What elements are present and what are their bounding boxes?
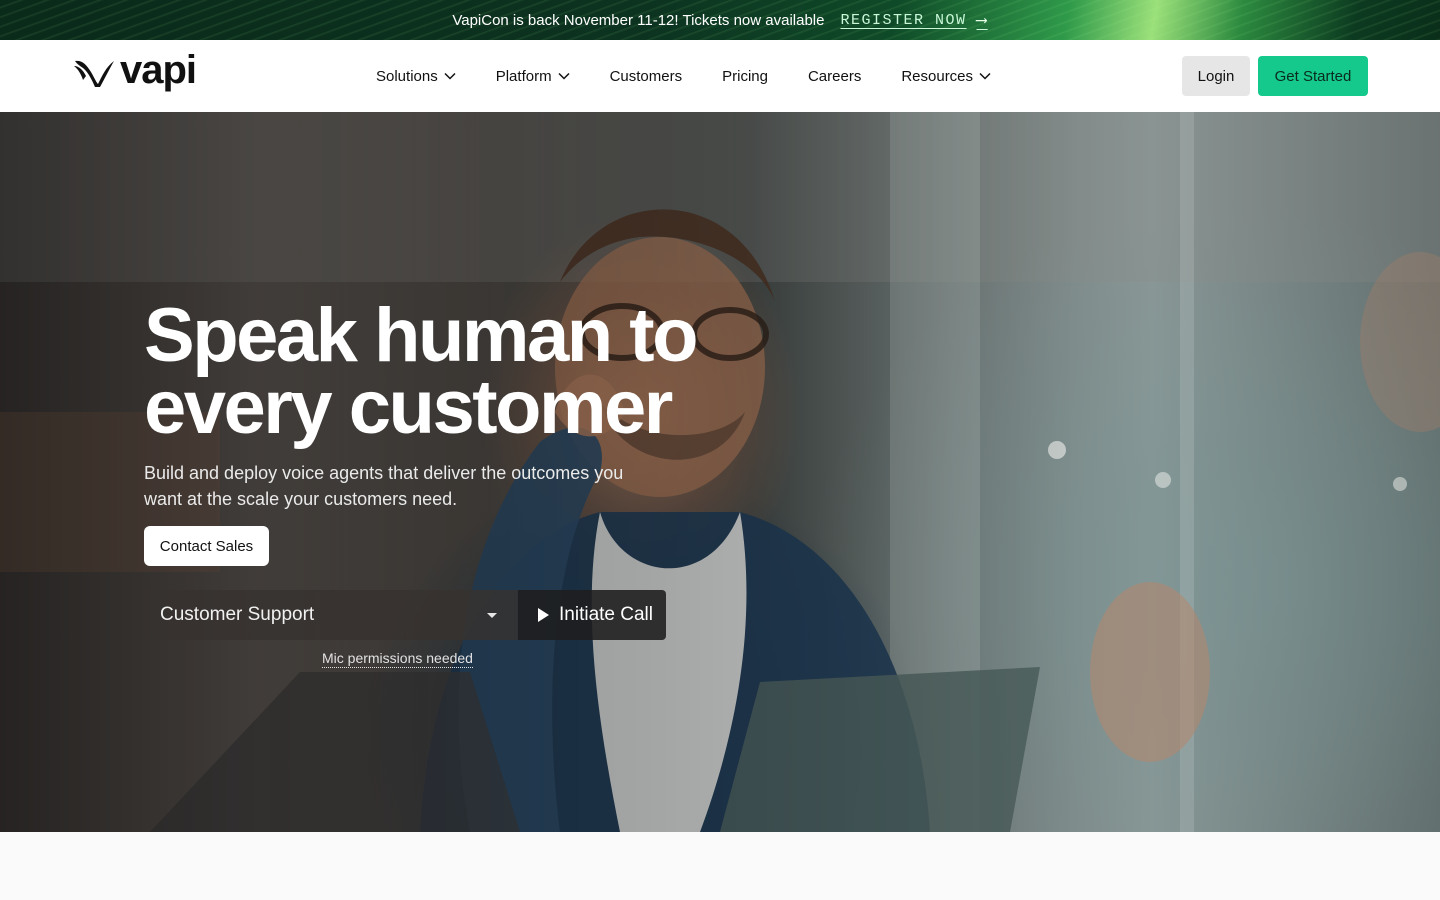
banner-text: VapiCon is back November 11-12! Tickets … xyxy=(452,11,825,29)
arrow-right-icon: ⟶ xyxy=(976,12,988,30)
nav-item-resources[interactable]: Resources xyxy=(901,68,991,85)
chevron-down-icon xyxy=(444,72,456,80)
play-icon xyxy=(538,608,549,622)
initiate-call-button[interactable]: Initiate Call xyxy=(517,590,666,640)
announcement-banner: VapiCon is back November 11-12! Tickets … xyxy=(0,0,1440,40)
login-button[interactable]: Login xyxy=(1182,56,1250,96)
register-now-link[interactable]: REGISTER NOW ⟶ xyxy=(840,10,988,31)
hero-title: Speak human to every customer xyxy=(144,298,724,446)
nav-label: Customers xyxy=(609,67,683,85)
vapi-mark-icon xyxy=(74,60,114,87)
nav-label: Resources xyxy=(901,67,974,85)
nav-item-solutions[interactable]: Solutions xyxy=(376,68,456,85)
register-now-label: REGISTER NOW xyxy=(840,11,967,29)
get-started-button[interactable]: Get Started xyxy=(1258,56,1368,96)
contact-sales-button[interactable]: Contact Sales xyxy=(144,526,269,566)
nav-item-careers[interactable]: Careers xyxy=(808,68,861,85)
hero-section: Speak human to every customer Build and … xyxy=(0,112,1440,832)
caret-down-icon xyxy=(487,612,497,618)
initiate-call-label: Initiate Call xyxy=(559,604,653,625)
nav-item-platform[interactable]: Platform xyxy=(496,68,570,85)
mic-permissions-link[interactable]: Mic permissions needed xyxy=(322,650,473,668)
hero-content: Speak human to every customer Build and … xyxy=(144,112,704,832)
nav-item-customers[interactable]: Customers xyxy=(610,68,683,85)
nav-label: Careers xyxy=(807,67,862,85)
chevron-down-icon xyxy=(979,72,991,80)
nav-label: Solutions xyxy=(376,67,438,85)
hero-title-line-2: every customer xyxy=(144,365,673,450)
agent-type-select[interactable]: Customer Support xyxy=(144,590,517,640)
demo-call-widget: Customer Support Initiate Call xyxy=(144,590,666,640)
next-section xyxy=(0,832,1440,900)
vapi-logo[interactable]: vapi xyxy=(74,50,197,90)
hero-subtitle: Build and deploy voice agents that deliv… xyxy=(144,463,624,509)
site-header: vapi Solutions Platform Customers Pricin… xyxy=(0,40,1440,112)
nav-item-pricing[interactable]: Pricing xyxy=(722,68,768,85)
agent-type-value: Customer Support xyxy=(160,604,315,625)
nav-label: Platform xyxy=(495,67,552,85)
main-nav: Solutions Platform Customers Pricing Car… xyxy=(376,40,991,112)
nav-label: Pricing xyxy=(722,67,768,85)
logo-wordmark: vapi xyxy=(120,48,197,92)
chevron-down-icon xyxy=(558,72,570,80)
